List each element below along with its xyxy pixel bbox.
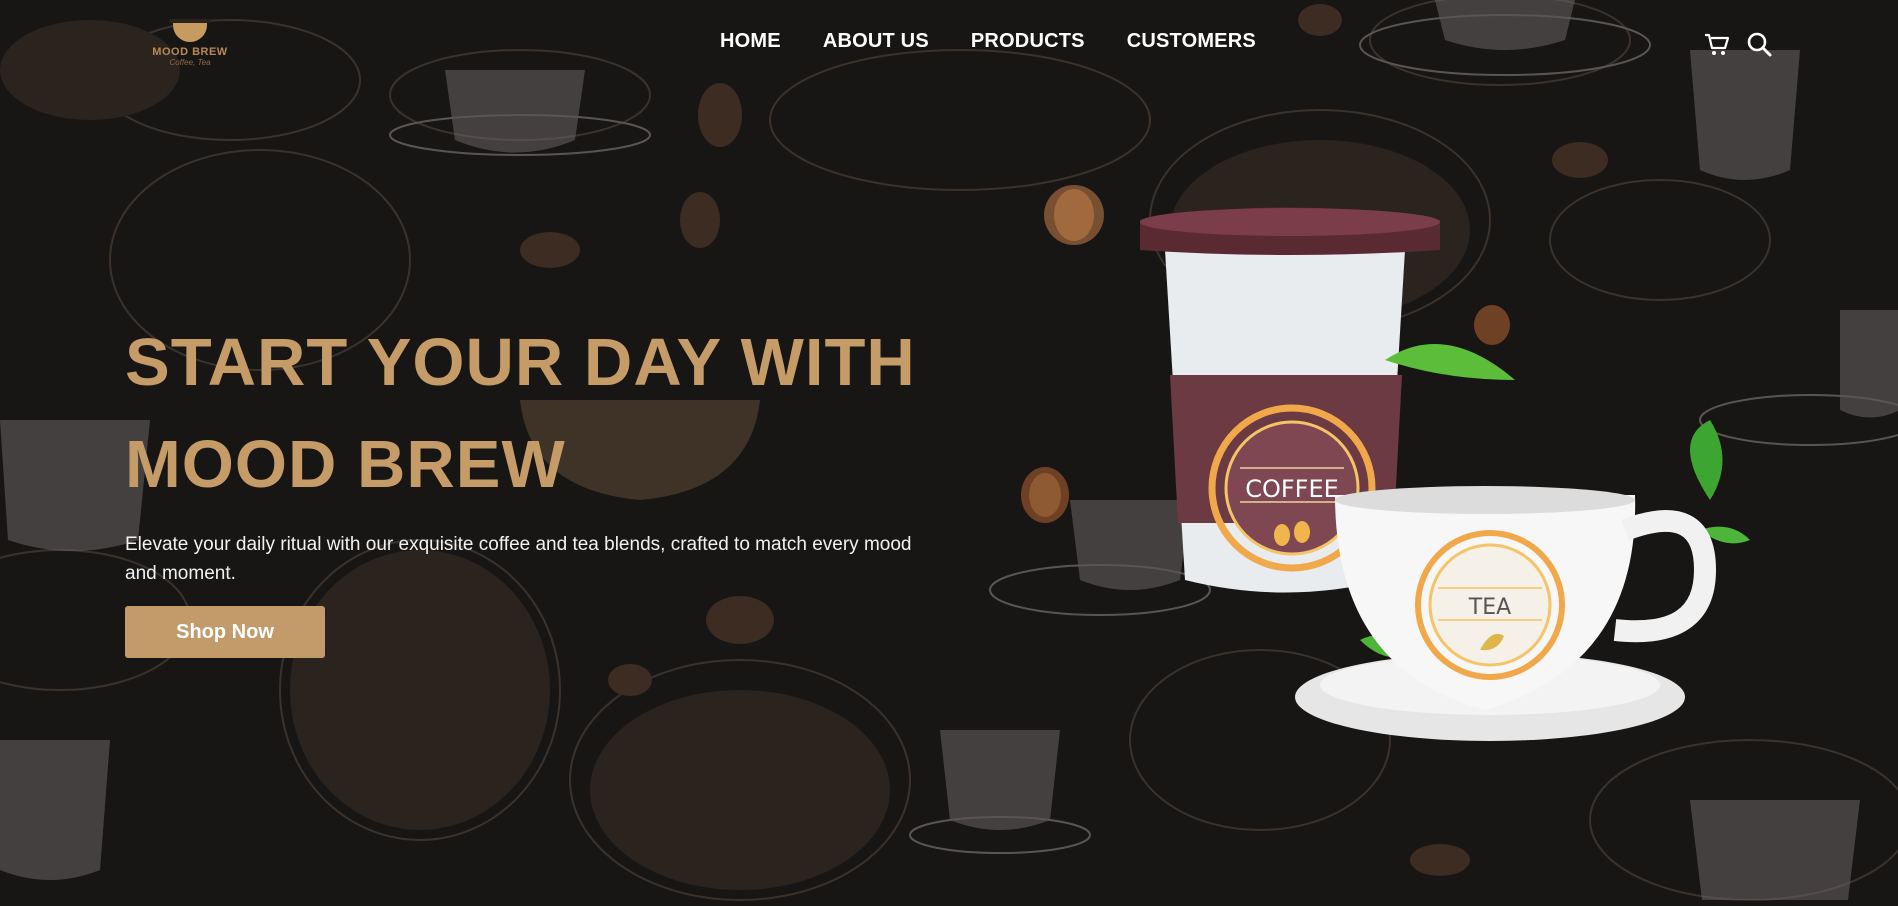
hero-title-line-1: START YOUR DAY WITH [125, 325, 916, 400]
product-illustration: COFFEE TEA [1010, 170, 1770, 770]
nav-products[interactable]: PRODUCTS [971, 30, 1085, 53]
brand-logo[interactable]: MOOD BREW Coffee, Tea [150, 19, 230, 67]
nav-customers[interactable]: CUSTOMERS [1127, 30, 1256, 53]
nav-about-us[interactable]: ABOUT US [823, 30, 929, 53]
hero-section: START YOUR DAY WITH MOOD BREW Elevate yo… [125, 312, 1005, 658]
header-actions [1703, 30, 1773, 58]
cart-icon[interactable] [1703, 30, 1731, 58]
coffee-label: COFFEE [1245, 475, 1339, 503]
main-nav: HOME ABOUT US PRODUCTS CUSTOMERS [720, 30, 1256, 53]
hero-title: START YOUR DAY WITH MOOD BREW [125, 312, 1005, 516]
brand-name: MOOD BREW [152, 46, 228, 58]
brand-tagline: Coffee, Tea [169, 58, 211, 67]
hero-title-line-2: MOOD BREW [125, 427, 566, 502]
coffee-cup-logo-icon [169, 19, 211, 42]
tea-label: TEA [1468, 595, 1511, 620]
search-icon[interactable] [1745, 30, 1773, 58]
nav-home[interactable]: HOME [720, 30, 781, 53]
hero-description: Elevate your daily ritual with our exqui… [125, 534, 912, 584]
shop-now-button[interactable]: Shop Now [125, 606, 325, 658]
